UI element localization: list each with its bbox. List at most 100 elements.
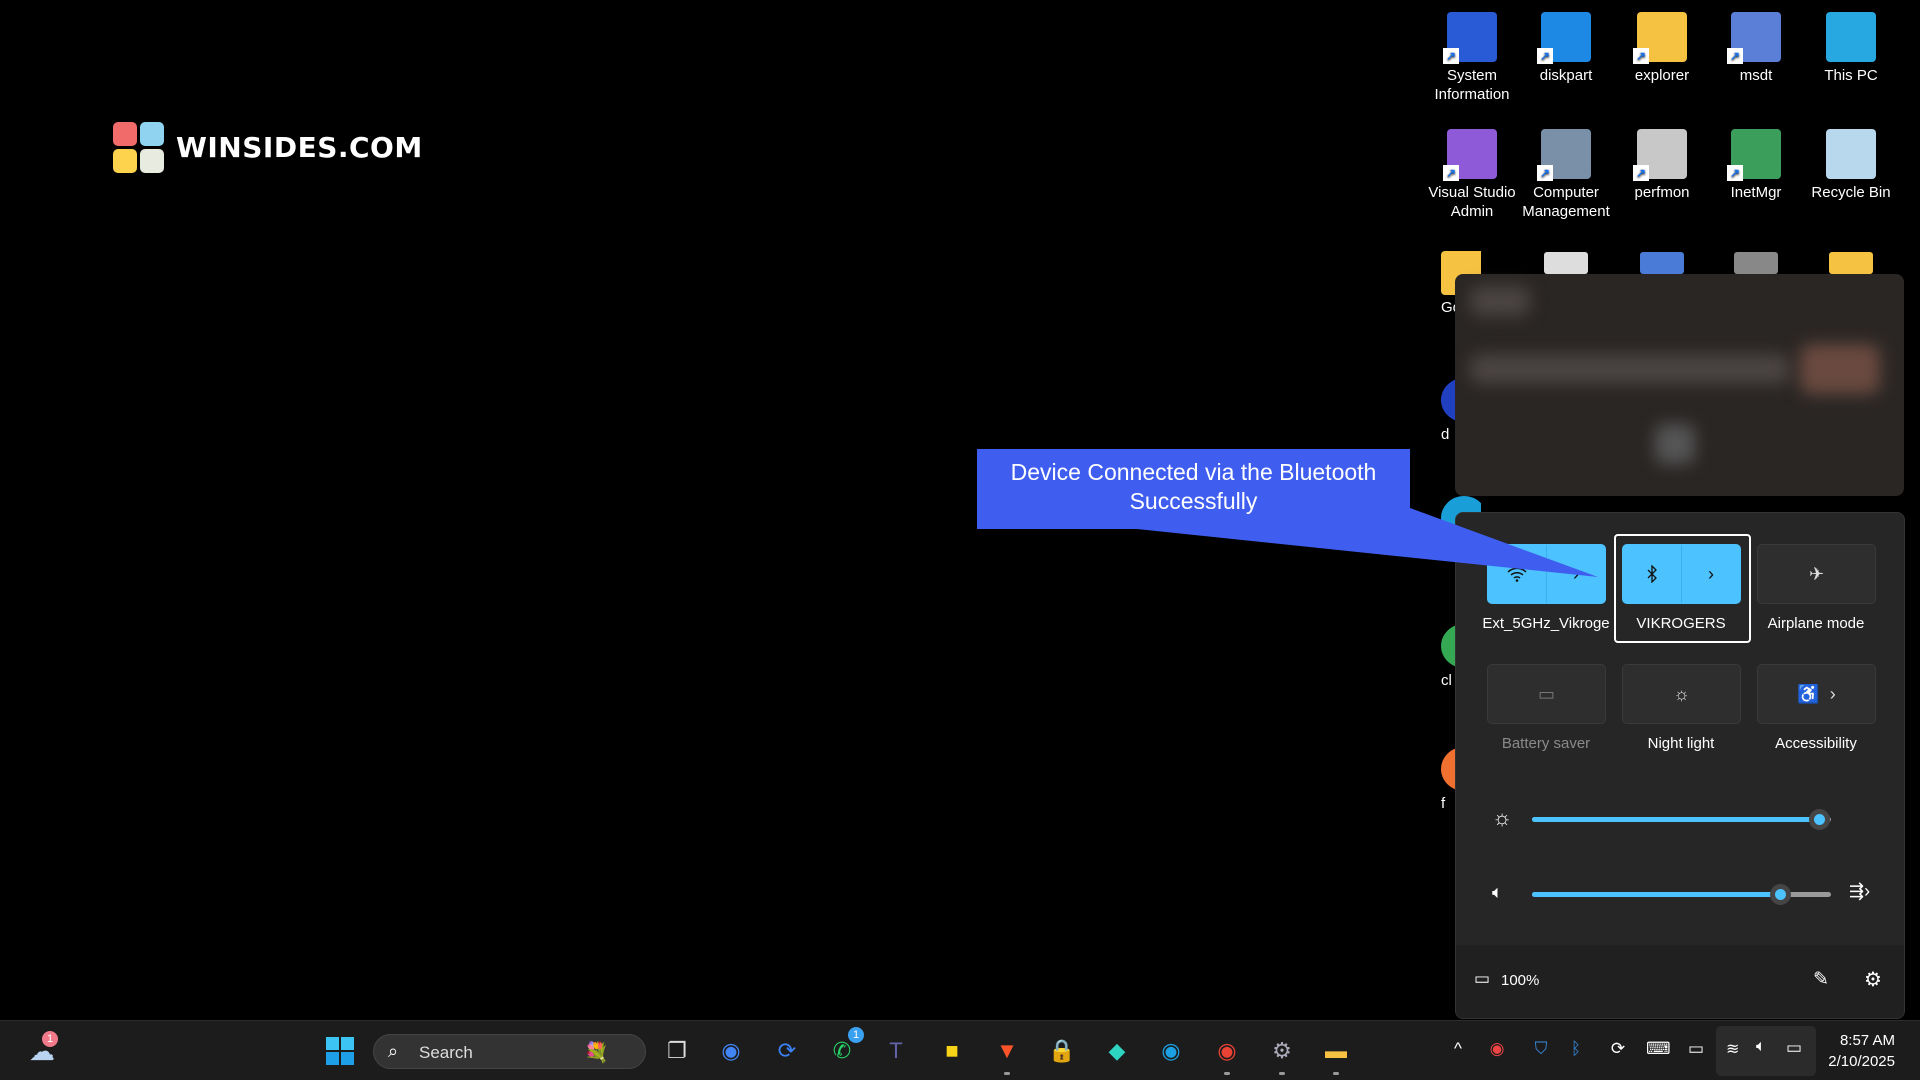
sync-app-taskbar-icon[interactable]: ⟳ (769, 1033, 805, 1069)
desktop-icon[interactable]: ↗ Computer Management (1519, 129, 1613, 221)
desktop-icon[interactable]: ↗ Visual Studio Admin (1425, 129, 1519, 221)
desktop-icon-partial[interactable] (1640, 252, 1684, 274)
volume-tray-icon: 🔈︎ (1756, 1038, 1766, 1055)
winsides-logo: WINSIDES.COM (113, 122, 423, 173)
battery-tray-icon: ▭ (1786, 1038, 1803, 1057)
battery-icon[interactable]: ▭ (1474, 969, 1490, 989)
clock-date: 2/10/2025 (1828, 1053, 1895, 1070)
system-info-icon: ↗ (1443, 12, 1497, 64)
task-view-taskbar-icon[interactable]: ❐ (659, 1033, 695, 1069)
accessibility-icon: ♿ (1797, 683, 1820, 704)
wondershare-taskbar-icon[interactable]: ◆ (1099, 1033, 1135, 1069)
volume-fill (1532, 892, 1781, 897)
settings-gear-icon[interactable]: ⚙ (1864, 967, 1882, 992)
lock-transfer-taskbar-icon[interactable]: 🔒 (1044, 1033, 1080, 1069)
battery-saver-label: Battery saver (1501, 735, 1591, 752)
bluetooth-icon[interactable] (1623, 545, 1681, 603)
desktop-icon[interactable]: This PC (1804, 12, 1898, 85)
airplane-mode-label: Airplane mode (1767, 615, 1865, 632)
chrome-profile-taskbar-icon[interactable]: ◉ (1209, 1033, 1245, 1069)
desktop-icon-label: msdt (1739, 67, 1773, 84)
desktop-icon-partial[interactable] (1734, 252, 1778, 274)
desktop-icon-label: This PC (1824, 67, 1878, 84)
teams-taskbar-icon[interactable]: T (878, 1033, 914, 1069)
shortcut-arrow-icon: ↗ (1633, 48, 1649, 64)
show-hidden-icons-chevron[interactable]: ^ (1447, 1039, 1469, 1059)
battery-saver-tile[interactable]: ▭ (1487, 664, 1606, 724)
touchpad-icon[interactable]: ▭ (1685, 1039, 1707, 1059)
search-box[interactable]: ⌕ Search 💐 (373, 1034, 646, 1069)
battery-percentage[interactable]: 100% (1501, 972, 1539, 989)
chrome-taskbar-icon[interactable]: ◉ (713, 1033, 749, 1069)
visual-studio-icon: ↗ (1443, 129, 1497, 181)
computer-management-icon: ↗ (1537, 129, 1591, 181)
perfmon-icon: ↗ (1633, 129, 1687, 181)
file-explorer-taskbar-icon[interactable]: ▬ (1318, 1033, 1354, 1069)
clock[interactable]: 8:57 AM 2/10/2025 (1828, 1030, 1895, 1072)
bluetooth-tile-label: VIKROGERS (1636, 615, 1726, 632)
desktop-icon[interactable]: ↗ InetMgr (1709, 129, 1803, 202)
battery-saver-icon: ▭ (1537, 683, 1555, 704)
desktop-icon[interactable]: Recycle Bin (1804, 129, 1898, 202)
edge-taskbar-icon[interactable]: ◉ (1153, 1033, 1189, 1069)
start-button[interactable] (322, 1033, 358, 1069)
desktop-icon-label: Visual Studio Admin (1428, 184, 1516, 220)
audio-output-selector-icon[interactable]: ⇶› (1849, 881, 1870, 902)
brightness-thumb[interactable] (1809, 809, 1831, 830)
edit-pencil-icon[interactable]: ✎ (1813, 968, 1829, 991)
brave-taskbar-icon[interactable]: ▼ (989, 1033, 1025, 1069)
accessibility-chevron-icon: › (1829, 683, 1836, 704)
desktop-icon[interactable]: ↗ msdt (1709, 12, 1803, 85)
volume-thumb[interactable] (1770, 884, 1792, 905)
volume-slider[interactable] (1532, 884, 1831, 905)
running-indicator (1333, 1072, 1339, 1075)
night-light-tile[interactable]: ☼ (1622, 664, 1741, 724)
windows-logo-icon (326, 1037, 354, 1065)
desktop-icon-partial[interactable] (1829, 252, 1873, 274)
bluetooth-tray-icon[interactable]: ᛒ (1565, 1039, 1587, 1059)
inetmgr-icon: ↗ (1727, 129, 1781, 181)
tulips-icon: 💐 (584, 1042, 609, 1064)
desktop-icon-partial[interactable] (1544, 252, 1588, 274)
shortcut-arrow-icon: ↗ (1633, 165, 1649, 181)
logo-text: WINSIDES.COM (176, 131, 423, 164)
tray-app-icon[interactable]: ◉ (1486, 1039, 1508, 1059)
taskbar: ☁ 1 ⌕ Search 💐 ❐ ◉ ⟳ ✆ 1 T ■ ▼ 🔒 ◆ ◉ ◉ ⚙ ▬ ^ ◉ ⛉ ᛒ ⟳ … (0, 1020, 1920, 1080)
brightness-slider[interactable] (1532, 809, 1831, 830)
volume-icon[interactable]: 🔈︎ (1492, 882, 1503, 903)
wifi-icon[interactable] (1488, 545, 1546, 603)
clock-time: 8:57 AM (1839, 1032, 1895, 1049)
desktop-icon[interactable]: ↗ diskpart (1519, 12, 1613, 85)
bluetooth-tile[interactable]: › (1622, 544, 1741, 604)
desktop-icon-label: System Information (1434, 67, 1510, 103)
recycle-bin-icon (1826, 129, 1876, 179)
desktop-icon-label: InetMgr (1730, 184, 1782, 201)
keyboard-icon[interactable]: ⌨ (1646, 1039, 1671, 1059)
quick-settings-footer: ▭ 100% ✎ ⚙ (1456, 945, 1904, 1018)
quick-settings-panel: › Ext_5GHz_Vikroge › VIKROGERS ✈ Airplan… (1455, 512, 1905, 1019)
desktop-icon[interactable]: ↗ perfmon (1615, 129, 1709, 202)
airplane-icon: ✈ (1808, 563, 1825, 584)
airplane-mode-tile[interactable]: ✈ (1757, 544, 1876, 604)
shortcut-arrow-icon: ↗ (1537, 165, 1553, 181)
sync-tray-icon[interactable]: ⟳ (1607, 1039, 1629, 1059)
sticky-notes-taskbar-icon[interactable]: ■ (934, 1033, 970, 1069)
media-panel-blurred (1455, 274, 1904, 496)
weather-badge: 1 (42, 1031, 58, 1047)
network-volume-battery-group[interactable]: ≋ 🔈︎ ▭ (1716, 1026, 1816, 1076)
notification-badge: 1 (848, 1027, 864, 1043)
wifi-chevron-icon[interactable]: › (1546, 545, 1605, 603)
bluetooth-chevron-icon[interactable]: › (1681, 545, 1740, 603)
shortcut-arrow-icon: ↗ (1727, 165, 1743, 181)
desktop-icon[interactable]: ↗ explorer (1615, 12, 1709, 85)
desktop-icon-label: Recycle Bin (1811, 184, 1891, 201)
settings-taskbar-icon[interactable]: ⚙ (1264, 1033, 1300, 1069)
accessibility-tile[interactable]: ♿ › (1757, 664, 1876, 724)
night-light-label: Night light (1647, 735, 1715, 752)
desktop-icon[interactable]: ↗ System Information (1425, 12, 1519, 104)
wifi-tile[interactable]: › (1487, 544, 1606, 604)
desktop-icon-label: explorer (1634, 67, 1690, 84)
shortcut-arrow-icon: ↗ (1727, 48, 1743, 64)
defender-warning-icon[interactable]: ⛉ (1530, 1039, 1552, 1059)
shortcut-arrow-icon: ↗ (1443, 48, 1459, 64)
